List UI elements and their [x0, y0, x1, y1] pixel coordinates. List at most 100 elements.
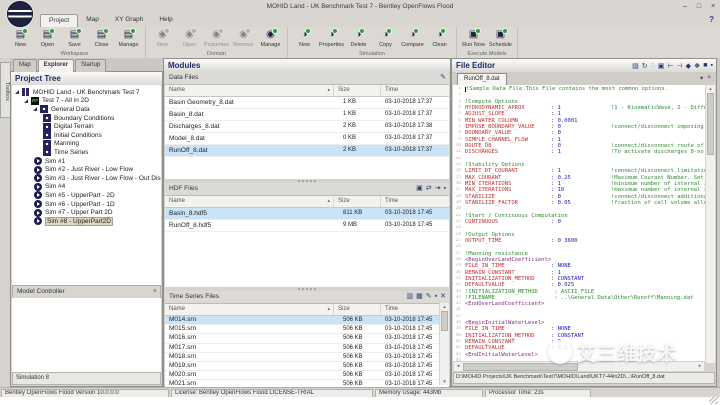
- scroll-up-icon[interactable]: ▲: [706, 85, 715, 92]
- tree-item-test-7-all-in-2d[interactable]: RPTest 7 - All in 2D: [12, 97, 161, 106]
- collapse-editor-icon[interactable]: ▾: [700, 74, 703, 82]
- copy-icon[interactable]: ▣: [658, 62, 665, 70]
- resize-grip[interactable]: [709, 397, 718, 404]
- tree-item-manning[interactable]: Manning: [12, 140, 161, 149]
- execute-models-schedule-button[interactable]: ▣Schedule: [487, 28, 514, 48]
- scrollbar-thumb[interactable]: [707, 93, 714, 155]
- stats-icon[interactable]: ▦: [416, 292, 423, 302]
- scroll-right-icon[interactable]: ►: [696, 362, 704, 370]
- column-header-name[interactable]: Name▴: [165, 304, 334, 315]
- tree-item-sim-8-upperpart2d[interactable]: Sim #8 - UpperPart2D: [12, 217, 161, 226]
- tree-item-initial-conditions[interactable]: Initial Conditions: [12, 131, 161, 140]
- pin-icon[interactable]: +: [153, 286, 157, 297]
- scrollbar-thumb[interactable]: [441, 311, 448, 331]
- simulation-clean-button[interactable]: ◑Clean: [426, 28, 453, 48]
- tree-item-mohid-land-uk-benchmark-test-7[interactable]: MOHID Land - UK Benchmark Test 7: [12, 88, 161, 97]
- window-icon[interactable]: ■: [703, 62, 707, 69]
- file-row-m018-srn[interactable]: M018.srn506 KB03-10-2018 17:45: [165, 353, 449, 362]
- file-row-basin-8-dat[interactable]: Basin_8.dat1 KB03-10-2018 17:37: [165, 109, 449, 121]
- ribbon-tab-project[interactable]: Project: [40, 14, 78, 27]
- file-row-discharges-8-dat[interactable]: Discharges_8.dat2 KB03-10-2018 17:38: [165, 121, 449, 133]
- maximize-button[interactable]: □: [694, 1, 704, 12]
- domain-manage-button[interactable]: ◉Manage: [257, 28, 284, 48]
- simulation-delete-button[interactable]: ◑Delete: [345, 28, 372, 48]
- scroll-left-icon[interactable]: ◄: [454, 362, 462, 370]
- simulation-copy-button[interactable]: ◑Copy: [372, 28, 399, 48]
- collapse-left-icon[interactable]: ⊢: [667, 62, 673, 70]
- new-file-icon[interactable]: ▤: [632, 62, 639, 70]
- tree-item-general-data[interactable]: General Data: [12, 105, 161, 114]
- scrollbar-thumb[interactable]: [463, 363, 578, 371]
- tree-item-sim-4[interactable]: Sim #4: [12, 183, 161, 192]
- tab-map[interactable]: Map: [13, 59, 37, 72]
- import-icon[interactable]: ⇥: [435, 184, 441, 194]
- expander-icon[interactable]: [15, 90, 19, 94]
- file-row-m017-srn[interactable]: M017.srn506 KB03-10-2018 17:45: [165, 344, 449, 353]
- tree-item-sim-3-just-river-low-flow-out-discharge[interactable]: Sim #3 - Just River - Low Flow - Out Dis…: [12, 174, 161, 183]
- tree-item-sim-2-just-river-low-flow[interactable]: Sim #2 - Just River - Low Flow: [12, 165, 161, 174]
- link-icon[interactable]: ⇄: [426, 184, 432, 194]
- tree-item-sim-6-upperpart-1d[interactable]: Sim #6 - UpperPart - 1D: [12, 200, 161, 209]
- simulation-properties-button[interactable]: ◑Properties: [318, 28, 345, 48]
- file-row-m015-srn[interactable]: M015.srn506 KB03-10-2018 17:45: [165, 325, 449, 334]
- delete-icon[interactable]: ▪: [444, 184, 446, 194]
- save-all-icon[interactable]: ❖: [694, 62, 700, 70]
- close-button[interactable]: ×: [708, 1, 718, 12]
- file-row-m019-srn[interactable]: M019.srn506 KB03-10-2018 17:45: [165, 362, 449, 371]
- edit-icon[interactable]: ✎: [440, 73, 446, 83]
- expander-icon[interactable]: [33, 107, 37, 111]
- file-row-basin-geometry-8-dat[interactable]: Basin Geometry_8.dat1 KB03-10-2018 17:37: [165, 97, 449, 109]
- close-all-icon[interactable]: ▪: [711, 62, 713, 69]
- tab-startup[interactable]: Startup: [75, 59, 106, 72]
- scroll-up-icon[interactable]: ▲: [440, 303, 449, 310]
- tree-item-time-series[interactable]: Time Series: [12, 148, 161, 157]
- column-header-size[interactable]: Size: [334, 304, 381, 315]
- tree-item-sim-5-upperpart-2d[interactable]: Sim #5 - UpperPart - 2D: [12, 191, 161, 200]
- file-row-m014-srn[interactable]: M014.srn506 KB03-10-2018 17:45: [165, 316, 449, 325]
- file-row-runoff-8-hdf5[interactable]: RunOff_8.hdf59 MB03-10-2018 17:45: [165, 220, 449, 232]
- file-row-model-8-dat[interactable]: Model_8.dat0 KB03-10-2018 17:37: [165, 133, 449, 145]
- help-icon[interactable]: ?: [709, 15, 714, 24]
- minimize-button[interactable]: –: [680, 1, 690, 12]
- collapse-right-icon[interactable]: ⊣: [677, 62, 683, 70]
- column-header-size[interactable]: Size: [334, 196, 381, 207]
- copy-icon[interactable]: ▣: [416, 184, 423, 194]
- execute-models-run-now-button[interactable]: ▣Run Now: [460, 28, 487, 48]
- export-icon[interactable]: ✕: [440, 292, 446, 302]
- lock-icon[interactable]: ◌: [651, 62, 655, 69]
- editor-vertical-scrollbar[interactable]: ▲: [705, 85, 715, 363]
- file-row-m016-srn[interactable]: M016.srn506 KB03-10-2018 17:45: [165, 334, 449, 343]
- editor-content[interactable]: 1!Sample Data File.This File contains th…: [453, 85, 715, 363]
- workspace-close-button[interactable]: ▤Close: [88, 28, 115, 48]
- ribbon-tab-help[interactable]: Help: [151, 14, 180, 27]
- workspace-save-button[interactable]: ▤Save: [61, 28, 88, 48]
- column-header-name[interactable]: Name▴: [165, 196, 334, 207]
- column-header-size[interactable]: Size: [334, 85, 381, 96]
- ribbon-tab-map[interactable]: Map: [78, 14, 107, 27]
- editor-horizontal-scrollbar[interactable]: ◄ ►: [453, 361, 705, 372]
- tab-explorer[interactable]: Explorer: [38, 59, 74, 72]
- column-header-name[interactable]: Name▴: [165, 85, 334, 96]
- workspace-new-button[interactable]: ▤New: [7, 28, 34, 48]
- save-icon[interactable]: ◆: [686, 62, 691, 70]
- chart-icon[interactable]: ▥: [407, 292, 414, 302]
- file-row-m020-srn[interactable]: M020.srn506 KB03-10-2018 17:45: [165, 371, 449, 380]
- close-tab-icon[interactable]: ×: [707, 74, 711, 82]
- scroll-down-icon[interactable]: ▼: [440, 378, 449, 385]
- file-row-basin-8-hdf5[interactable]: Basin_8.hdf5811 KB03-10-2018 17:45: [165, 208, 449, 220]
- time-series-scrollbar[interactable]: ▲ ▼: [439, 303, 449, 385]
- refresh-icon[interactable]: ↻: [642, 62, 648, 70]
- delete-icon[interactable]: ▪: [435, 292, 437, 302]
- ribbon-tab-xy-graph[interactable]: XY Graph: [107, 14, 151, 27]
- edit-icon[interactable]: ✎: [426, 292, 432, 302]
- simulation-new-button[interactable]: ◑New: [291, 28, 318, 48]
- expander-icon[interactable]: [24, 99, 28, 103]
- tree-item-digital-terrain[interactable]: Digital Terrain: [12, 122, 161, 131]
- column-header-time[interactable]: Time: [381, 85, 449, 96]
- tree-item-boundary-conditions[interactable]: Boundary Conditions: [12, 114, 161, 123]
- column-header-time[interactable]: Time: [381, 196, 449, 207]
- workspace-open-button[interactable]: ▤Open: [34, 28, 61, 48]
- tree-item-sim-1[interactable]: Sim #1: [12, 157, 161, 166]
- tree-item-sim-7-upper-part-2d[interactable]: Sim #7 - Upper Part 2D: [12, 208, 161, 217]
- simulation-compare-button[interactable]: ◑Compare: [399, 28, 426, 48]
